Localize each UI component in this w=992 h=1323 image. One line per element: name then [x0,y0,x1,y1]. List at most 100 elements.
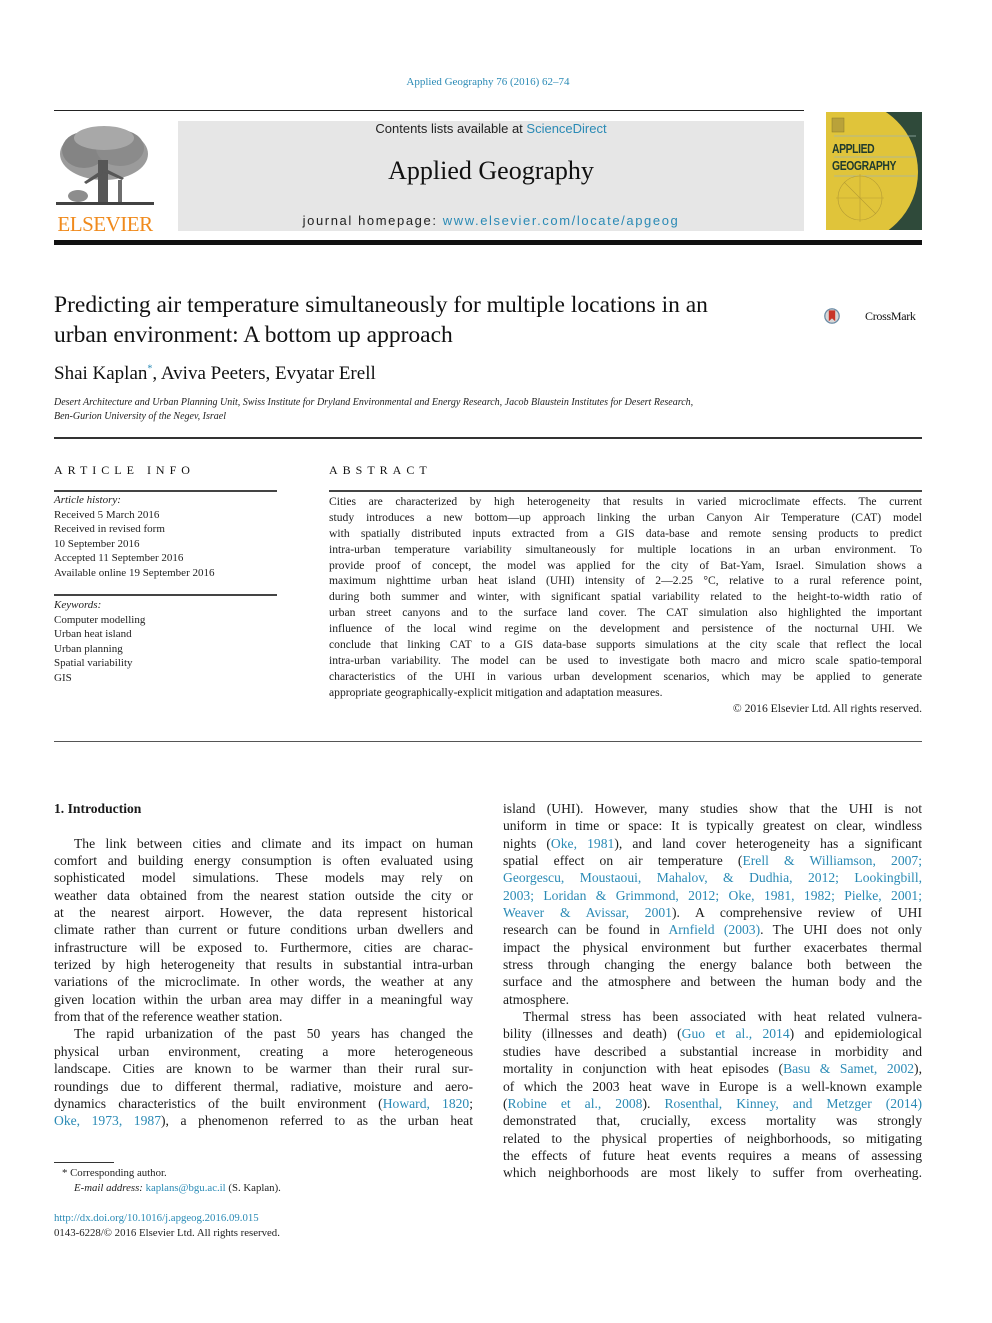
body-text: mortality in conjunction with heat episo… [503,1061,784,1077]
body-line: comfort and building energy consumption … [54,853,473,869]
citation-link[interactable]: Oke, 1981 [551,836,614,851]
author-separator: , [265,363,275,384]
article-title: Predicting air temperature simultaneousl… [54,290,814,350]
journal-citation[interactable]: Applied Geography 76 (2016) 62–74 [406,76,569,88]
sciencedirect-link[interactable]: ScienceDirect [526,121,606,136]
body-line: The link between cities and climate and … [74,835,473,851]
body-line: bility (illnesses and death) (Guo et al.… [503,1025,922,1042]
body-line: nights (Oke, 1981), and land cover heter… [503,835,922,852]
keywords-rule [54,594,277,596]
body-line: studies have described a substantial inc… [503,1043,922,1059]
body-line: Weaver & Avissar, 2001). A comprehensive… [503,904,922,921]
elsevier-wordmark: ELSEVIER [57,212,153,236]
abstract-line: intra-urban variability. The model can b… [329,653,922,667]
body-line: landscape. Cities are known to be warmer… [54,1061,473,1077]
left-column-lines: The link between cities and climate and … [54,835,473,1095]
body-line: spatial effect on air temperature (Erell… [503,852,922,869]
body-text: ), a phenomenon referred to as the urban… [161,1113,473,1129]
crossmark-icon[interactable] [824,296,864,336]
contents-prefix: Contents lists available at [375,121,527,136]
citation-link[interactable]: Basu & Samet, 2002 [783,1061,914,1076]
citation-link[interactable]: Guo et al., 2014 [682,1026,790,1041]
body-line: sophisticated model simulations. These m… [54,870,473,886]
body-line: terized by high heterogeneity that resul… [54,957,473,973]
body-line: impact the physical environment but furt… [503,939,922,955]
citation-link[interactable]: Arnfield (2003) [668,922,760,937]
abstract-line: influence of the local wind regime on th… [329,622,922,636]
crossmark-label[interactable]: CrossMark [865,309,916,324]
abstract-line: urban street canyons and to the surface … [329,606,922,620]
issn-copyright: 0143-6228/© 2016 Elsevier Ltd. All right… [54,1227,280,1239]
header-bottom-rule [54,240,922,245]
body-text: ), and land cover heterogeneity has a si… [614,835,922,851]
journal-citation-link[interactable]: Applied Geography 76 (2016) 62–74 [0,76,976,88]
body-line: of which the 2003 heat wave in Europe is… [503,1078,922,1094]
body-line: given location within the urban area may… [54,991,473,1007]
footnote-rule [54,1162,114,1163]
citation-link[interactable]: 2003; Loridan & Grimmond, 2012; Oke, 198… [503,887,922,904]
abstract-line: during both summer and winter, with sign… [329,590,922,604]
keyword-item: Computer modelling [54,613,146,626]
article-title-line2: urban environment: A bottom up approach [54,322,453,348]
author-name[interactable]: Aviva Peeters [161,363,266,384]
abstract-line: study introduces a new bottom—up approac… [329,510,922,524]
body-line: which neighborhoods are most likely to s… [503,1165,922,1181]
author-name[interactable]: Evyatar Erell [275,363,376,384]
journal-homepage: journal homepage: www.elsevier.com/locat… [178,213,804,228]
citation-link[interactable]: Weaver & Avissar, 2001 [503,905,672,920]
history-item: Available online 19 September 2016 [54,566,215,579]
body-line: the effects of future heat events requir… [503,1147,922,1163]
body-line: related to the physical properties of ne… [503,1130,922,1146]
body-line: The rapid urbanization of the past 50 ye… [74,1026,473,1042]
history-item: Received 5 March 2016 [54,508,160,521]
citation-link[interactable]: Oke, 1973, 1987 [54,1113,161,1128]
keyword-item: Spatial variability [54,657,133,669]
citation-link[interactable]: Georgescu, Moustaoui, Mahalov, & Dudhia,… [503,869,922,886]
abstract-rule [329,490,922,492]
body-text: ; [469,1095,473,1111]
article-title-line1: Predicting air temperature simultaneousl… [54,292,708,318]
author-list: Shai Kaplan*, Aviva Peeters, Evyatar Ere… [54,363,376,385]
citation-link[interactable]: Rosenthal, Kinney, and Metzger (2014) [664,1096,922,1111]
cover-title-line1: APPLIED [832,141,875,156]
citation-link[interactable]: Howard, 1820 [383,1096,470,1111]
body-line: uniform in time or space: It is typicall… [503,818,922,834]
email-suffix: (S. Kaplan). [225,1182,281,1194]
abstract-line: with spatially distributed inputs extrac… [329,526,922,540]
citation-link[interactable]: Robine et al., 2008 [508,1096,643,1111]
keyword-item: GIS [54,671,72,684]
body-line: variations of the microclimate. In other… [54,974,473,990]
abstract-line: conclude that linking CAT to a GIS data-… [329,638,922,652]
body-line: surface and the atmosphere and between t… [503,974,922,990]
doi-link[interactable]: http://dx.doi.org/10.1016/j.apgeog.2016.… [54,1211,474,1226]
keywords: Keywords: Computer modelling Urban heat … [54,598,284,685]
abstract-body: Cities are characterized by high heterog… [329,494,922,716]
body-column-left: 1. Introduction The link between cities … [54,800,473,1130]
article-history-label: Article history: [54,494,121,506]
affiliation: Desert Architecture and Urban Planning U… [54,396,934,424]
author-name[interactable]: Shai Kaplan [54,363,147,384]
citation-link[interactable]: Erell & Williamson, 2007; [742,853,922,868]
abstract-line: provide proof of concept, the model was … [329,558,922,572]
title-block-rule [54,437,922,439]
corresponding-author-note: Corresponding author. [70,1167,167,1179]
homepage-prefix: journal homepage: [302,213,443,228]
journal-cover-thumbnail[interactable]: APPLIED GEOGRAPHY [826,112,922,230]
body-text: spatial effect on air temperature ( [503,853,743,869]
abstract-heading: ABSTRACT [329,463,432,477]
body-line: Oke, 1973, 1987), a phenomenon referred … [54,1112,473,1129]
abstract-line: intra-urban temperature variability simu… [329,542,922,556]
email-link[interactable]: kaplans@bgu.ac.il [146,1182,226,1194]
abstract-line: characteristics of the UHI in various ur… [329,669,922,683]
journal-title: Applied Geography [388,156,594,185]
body-text: ), [914,1061,922,1077]
body-line: demonstrated that, crucially, excess mor… [503,1113,922,1129]
body-line: research can be found in Arnfield (2003)… [503,921,922,938]
history-item: 10 September 2016 [54,537,140,550]
body-line: roundings due to different thermal, radi… [54,1078,473,1094]
homepage-link[interactable]: www.elsevier.com/locate/apgeog [443,213,680,228]
body-line: dynamics characteristics of the built en… [54,1095,473,1112]
abstract-line: appropriate geographically-explicit miti… [329,685,663,699]
body-line: Thermal stress has been associated with … [523,1009,922,1025]
body-text: ). A comprehensive review of UHI [671,905,922,921]
